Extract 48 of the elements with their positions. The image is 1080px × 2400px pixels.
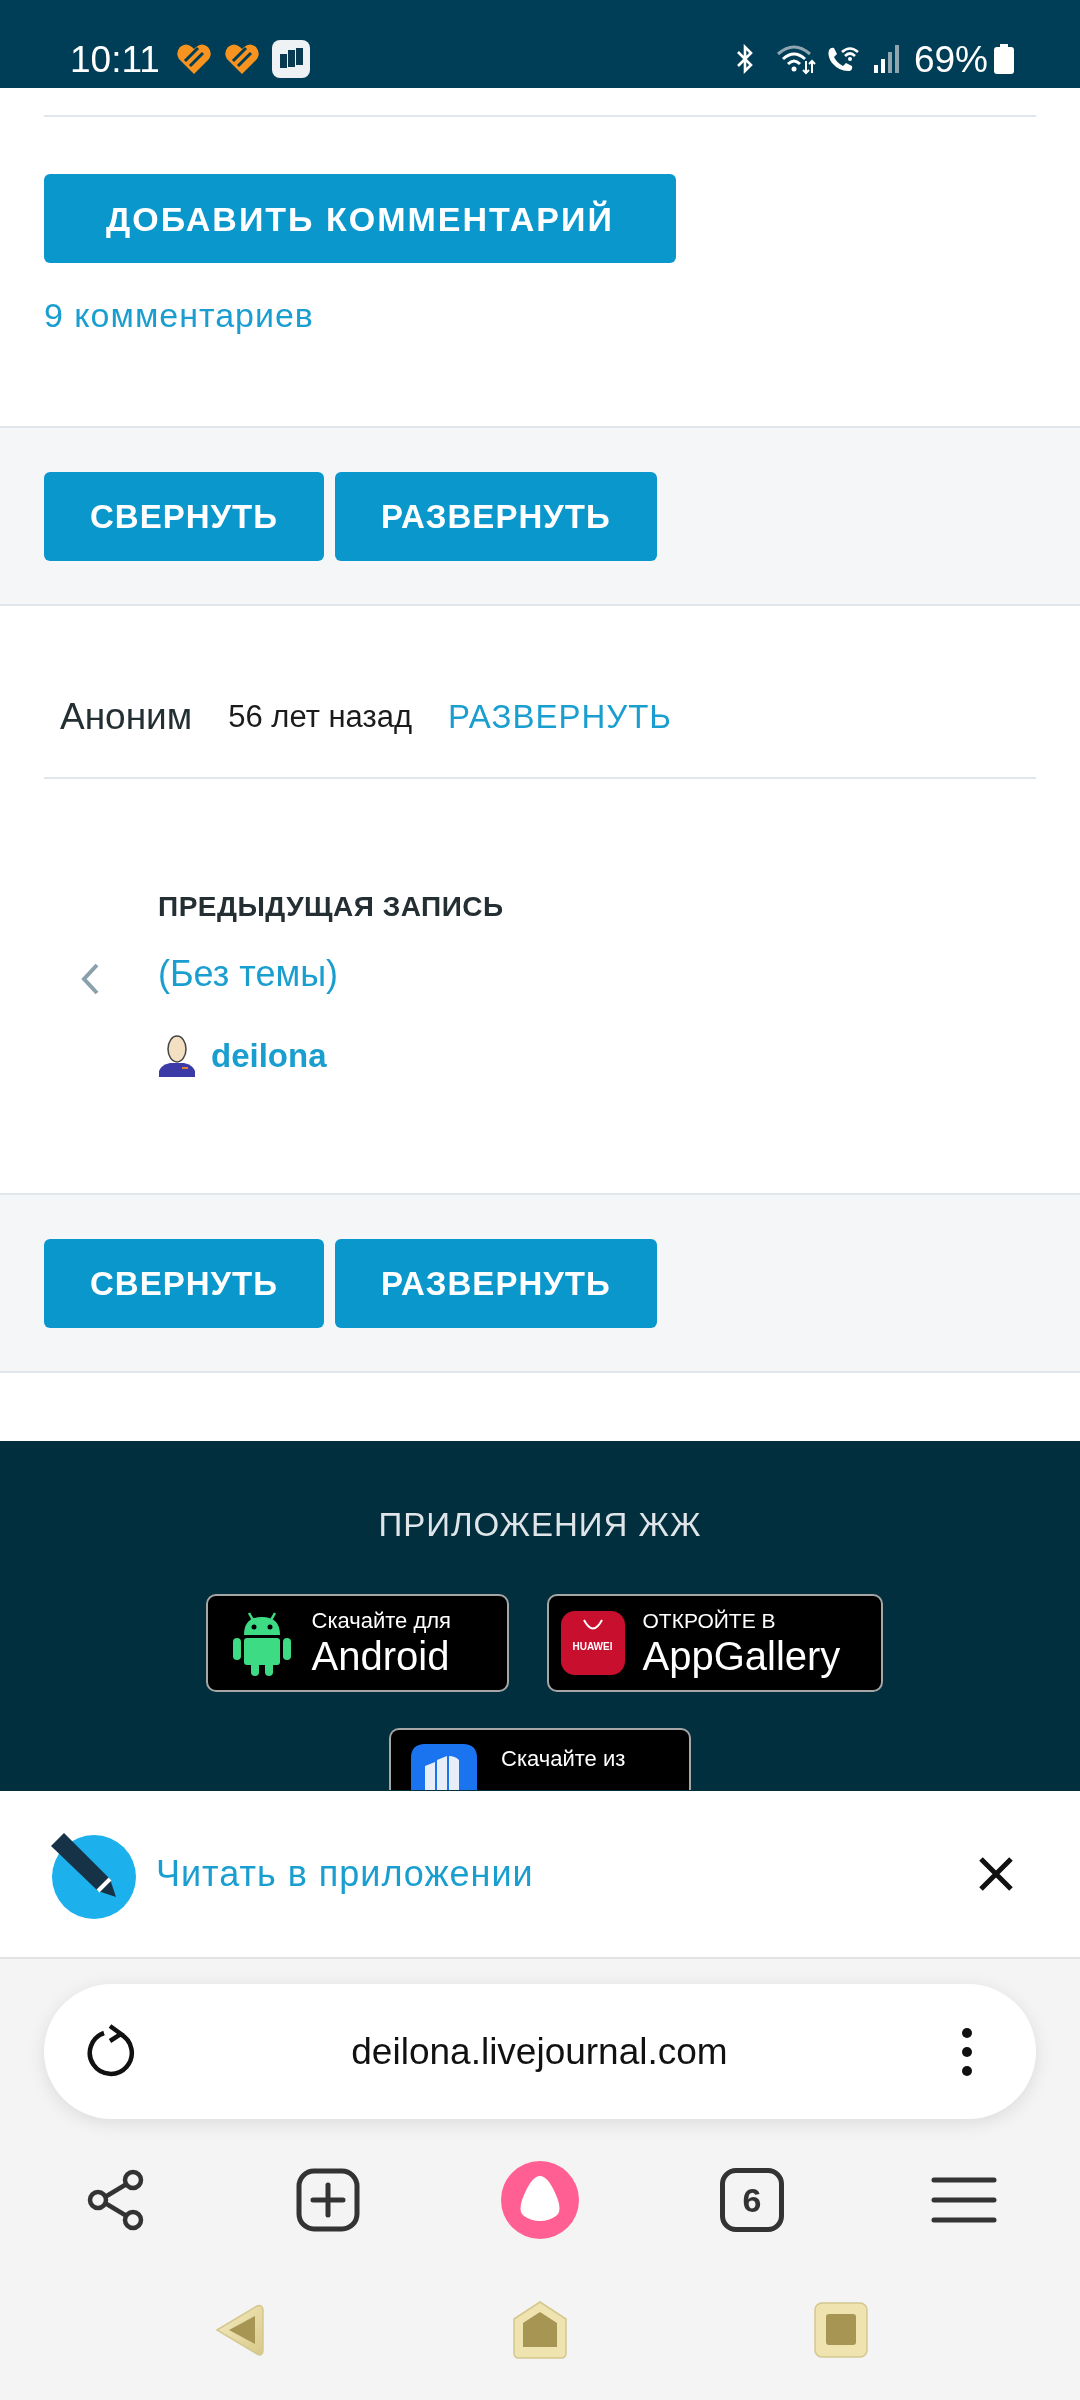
close-icon[interactable] bbox=[978, 1856, 1014, 1892]
shopping-bag-icon bbox=[581, 1619, 604, 1631]
share-icon[interactable] bbox=[86, 2169, 146, 2231]
wifi-icon bbox=[775, 43, 816, 75]
previous-entry-title[interactable]: (Без темы) bbox=[158, 953, 339, 995]
author-link[interactable]: deilona bbox=[211, 1036, 327, 1076]
footer-title: ПРИЛОЖЕНИЯ ЖЖ bbox=[378, 1506, 702, 1544]
badge-caption: Скачайте из bbox=[501, 1746, 626, 1772]
user-avatar-icon bbox=[158, 1035, 196, 1077]
rustore-logo-icon bbox=[411, 1744, 477, 1790]
comment-author: Аноним bbox=[60, 697, 193, 737]
toolbar-button[interactable]: СВЕРНУТЬ bbox=[44, 471, 324, 561]
comment-time: 56 лет назад bbox=[228, 698, 412, 736]
comment-count-link[interactable]: 9 комментариев bbox=[44, 295, 314, 335]
new-tab-icon[interactable] bbox=[296, 2168, 360, 2232]
toolbar-button[interactable]: СВЕРНУТЬ bbox=[44, 1238, 324, 1328]
app-notification-icon bbox=[223, 43, 260, 75]
recents-icon[interactable] bbox=[814, 2302, 869, 2358]
read-in-app-link[interactable]: Читать в приложении bbox=[156, 1853, 534, 1895]
app-notification-icon bbox=[271, 40, 310, 78]
previous-entry-heading: ПРЕДЫДУЩАЯ ЗАПИСЬ bbox=[158, 890, 504, 924]
add-comment-button[interactable]: ДОБАВИТЬ КОММЕНТАРИЙ bbox=[44, 174, 676, 263]
badge-caption: ОТКРОЙТЕ В bbox=[642, 1608, 776, 1634]
signal-icon bbox=[873, 45, 900, 73]
rustore-badge[interactable]: Скачайте из bbox=[389, 1728, 691, 1790]
wifi-calling-icon bbox=[825, 44, 860, 74]
battery-percent: 69% bbox=[913, 40, 988, 78]
address-bar[interactable]: deilona.livejournal.com bbox=[44, 1984, 1036, 2119]
status-time: 10:11 bbox=[70, 40, 160, 78]
app-notification-icon bbox=[175, 43, 212, 75]
more-icon[interactable] bbox=[961, 2026, 973, 2077]
tabs-button[interactable]: 6 bbox=[720, 2168, 784, 2232]
url-text: deilona.livejournal.com bbox=[350, 2029, 729, 2074]
badge-title: Android bbox=[311, 1634, 450, 1678]
assistant-icon[interactable] bbox=[501, 2161, 579, 2239]
logo-text: HUAWEI bbox=[572, 1641, 613, 1653]
badge-caption: Скачайте для bbox=[311, 1608, 451, 1634]
badge-title: AppGallery bbox=[642, 1634, 841, 1678]
expand-link[interactable]: РАЗВЕРНУТЬ bbox=[448, 697, 673, 737]
battery-icon bbox=[994, 44, 1014, 74]
bluetooth-icon bbox=[735, 44, 754, 74]
appgallery-badge[interactable]: HUAWEI ОТКРОЙТЕ В AppGallery bbox=[546, 1594, 883, 1692]
menu-icon[interactable] bbox=[931, 2176, 997, 2224]
home-icon[interactable] bbox=[512, 2301, 568, 2359]
toolbar-button[interactable]: РАЗВЕРНУТЬ bbox=[334, 1238, 657, 1328]
chevron-left-icon[interactable] bbox=[80, 962, 100, 996]
android-store-badge[interactable]: Скачайте для Android bbox=[205, 1594, 509, 1692]
toolbar-button[interactable]: РАЗВЕРНУТЬ bbox=[334, 471, 657, 561]
